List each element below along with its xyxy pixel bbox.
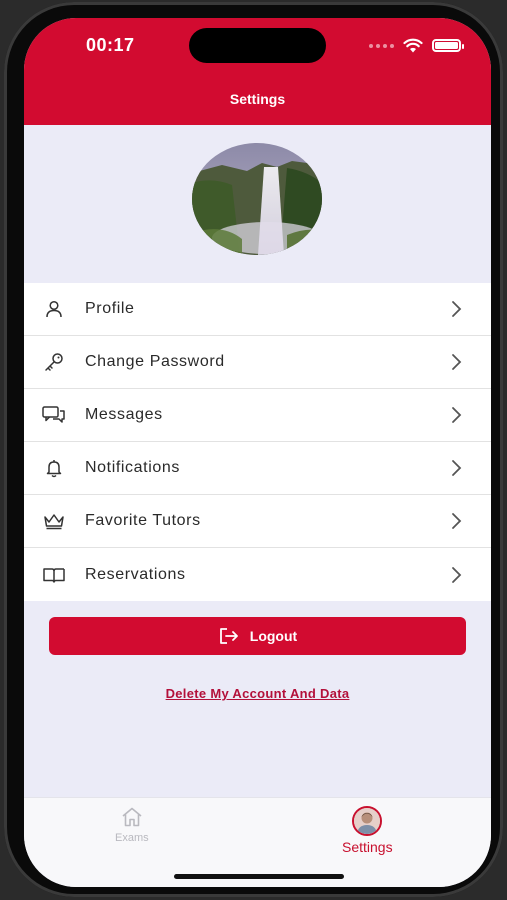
home-indicator	[174, 874, 344, 879]
menu-item-label: Change Password	[85, 353, 225, 370]
chevron-right-icon	[452, 513, 462, 529]
status-time: 00:17	[86, 35, 135, 55]
menu-item-reservations[interactable]: Reservations	[24, 548, 491, 601]
chevron-right-icon	[452, 301, 462, 317]
phone-frame: 00:17 Settings Profile Change Password M…	[4, 2, 503, 897]
tab-settings[interactable]: Settings	[342, 806, 393, 855]
wifi-icon	[403, 38, 423, 53]
avatar-icon	[352, 806, 383, 836]
waterfall-photo	[192, 143, 322, 255]
menu-item-label: Messages	[85, 406, 163, 423]
chevron-right-icon	[452, 407, 462, 423]
person-icon	[42, 297, 66, 321]
chevron-right-icon	[452, 566, 462, 583]
cellular-signal-icon	[369, 43, 394, 48]
menu-item-favorite-tutors[interactable]: Favorite Tutors	[24, 495, 491, 548]
bell-icon	[42, 456, 66, 480]
app-screen: 00:17 Settings Profile Change Password M…	[24, 18, 491, 887]
key-icon	[42, 350, 66, 374]
page-title: Settings	[229, 91, 286, 107]
logout-icon	[219, 628, 238, 644]
menu-item-notifications[interactable]: Notifications	[24, 442, 491, 495]
tab-bar: Exams Settings	[24, 797, 491, 887]
battery-icon	[432, 39, 464, 52]
tab-exams[interactable]: Exams	[115, 806, 149, 844]
menu-item-messages[interactable]: Messages	[24, 389, 491, 442]
header: 00:17 Settings	[24, 18, 491, 125]
home-icon	[122, 807, 142, 827]
menu-item-label: Profile	[85, 300, 135, 317]
tab-label: Settings	[342, 839, 393, 855]
dynamic-island	[189, 28, 326, 63]
chat-bubbles-icon	[42, 403, 66, 427]
menu-item-change-password[interactable]: Change Password	[24, 336, 491, 389]
delete-account-link[interactable]: Delete My Account And Data	[24, 686, 491, 701]
logout-label: Logout	[249, 628, 298, 644]
status-icons	[369, 38, 464, 53]
menu-item-profile[interactable]: Profile	[24, 283, 491, 336]
tab-label: Exams	[115, 832, 149, 844]
menu-item-label: Favorite Tutors	[85, 512, 201, 529]
chevron-right-icon	[452, 460, 462, 476]
menu-item-label: Notifications	[85, 459, 180, 476]
crown-icon	[42, 509, 66, 533]
chevron-right-icon	[452, 354, 462, 370]
menu-item-label: Reservations	[85, 565, 186, 583]
open-book-icon	[42, 563, 66, 587]
profile-avatar[interactable]	[192, 143, 322, 255]
logout-button[interactable]: Logout	[49, 617, 466, 655]
settings-menu: Profile Change Password Messages Notific…	[24, 283, 491, 601]
